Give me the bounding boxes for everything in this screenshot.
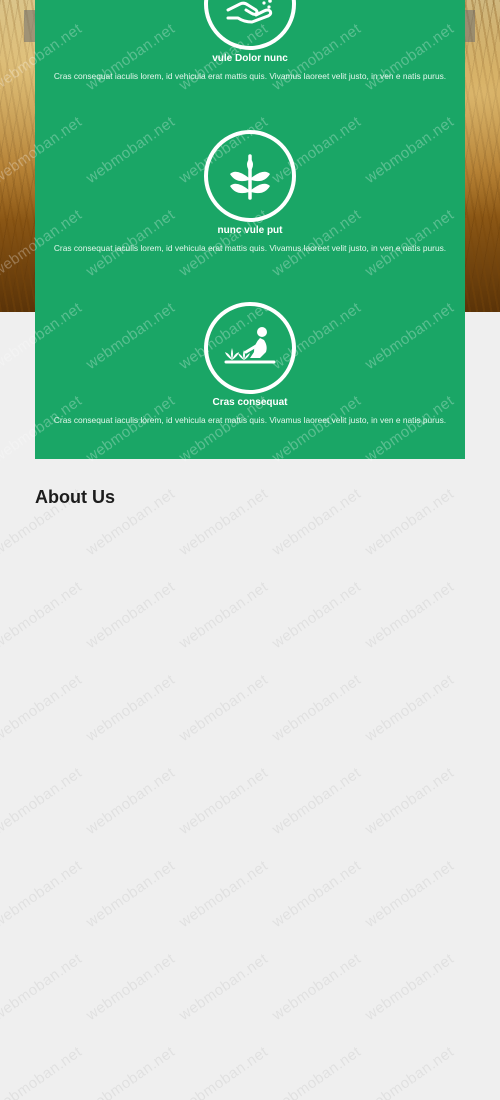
watermark-text: webmoban.net — [176, 950, 272, 1024]
service-description: Cras consequat iaculis lorem, id vehicul… — [53, 71, 447, 81]
watermark-text: webmoban.net — [362, 578, 458, 652]
watermark-text: webmoban.net — [269, 764, 365, 838]
watermark-text: webmoban.net — [176, 485, 272, 559]
leaf-sprout-icon — [204, 130, 296, 222]
services-panel: vule Dolor nunc Cras consequat iaculis l… — [35, 0, 465, 459]
watermark-text: webmoban.net — [0, 578, 86, 652]
watermark-text: webmoban.net — [176, 578, 272, 652]
watermark-text: webmoban.net — [83, 857, 179, 931]
watermark-text: webmoban.net — [83, 1043, 179, 1100]
watermark-text: webmoban.net — [176, 671, 272, 745]
watermark-text: webmoban.net — [176, 857, 272, 931]
watermark-text: webmoban.net — [362, 764, 458, 838]
farmer-planting-icon — [204, 302, 296, 394]
service-title: Cras consequat — [212, 397, 288, 408]
watermark-text: webmoban.net — [362, 857, 458, 931]
watermark-text: webmoban.net — [176, 764, 272, 838]
watermark-text: webmoban.net — [83, 578, 179, 652]
watermark-text: webmoban.net — [362, 671, 458, 745]
watermark-text: webmoban.net — [362, 1043, 458, 1100]
watermark-text: webmoban.net — [269, 1043, 365, 1100]
service-title: vule Dolor nunc — [212, 53, 288, 64]
watermark-text: webmoban.net — [269, 578, 365, 652]
watermark-text: webmoban.net — [269, 485, 365, 559]
hand-watering-plant-icon — [204, 0, 296, 50]
watermark-text: webmoban.net — [269, 671, 365, 745]
watermark-text: webmoban.net — [269, 950, 365, 1024]
watermark-text: webmoban.net — [362, 950, 458, 1024]
watermark-text: webmoban.net — [0, 1043, 86, 1100]
watermark-text: webmoban.net — [0, 671, 86, 745]
watermark-text: webmoban.net — [269, 857, 365, 931]
watermark-text: webmoban.net — [0, 857, 86, 931]
watermark-text: webmoban.net — [83, 764, 179, 838]
service-title: nunc vule put — [217, 225, 283, 236]
about-heading: About Us — [35, 487, 115, 507]
service-description: Cras consequat iaculis lorem, id vehicul… — [53, 415, 447, 425]
watermark-text: webmoban.net — [0, 764, 86, 838]
service-description: Cras consequat iaculis lorem, id vehicul… — [53, 243, 447, 253]
watermark-text: webmoban.net — [83, 950, 179, 1024]
watermark-text: webmoban.net — [176, 1043, 272, 1100]
watermark-text: webmoban.net — [83, 671, 179, 745]
watermark-text: webmoban.net — [0, 950, 86, 1024]
watermark-text: webmoban.net — [362, 485, 458, 559]
